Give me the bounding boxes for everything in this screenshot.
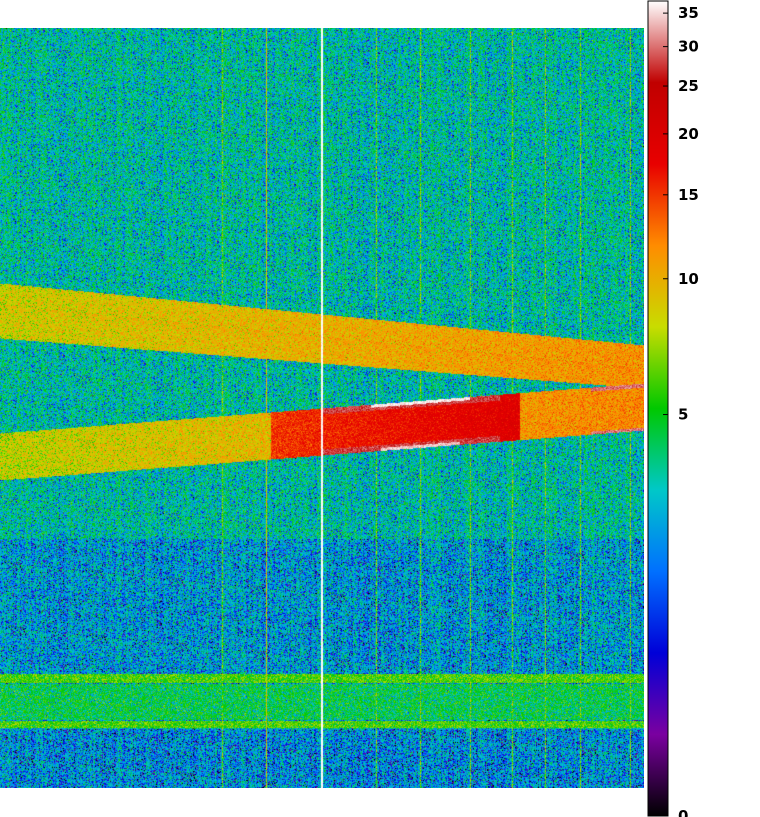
colorbar-gradient <box>647 0 669 817</box>
colorbar: 35 30 25 20 15 10 5 0 <box>647 0 699 817</box>
colorbar-tick-label: 25 <box>678 77 699 95</box>
colorbar-tick-label: 0 <box>678 807 688 817</box>
colorbar-tick-label: 35 <box>678 4 699 22</box>
colorbar-tick-label: 10 <box>678 270 699 288</box>
colorbar-tick-label: 15 <box>678 186 699 204</box>
colorbar-tick-label: 5 <box>678 406 688 424</box>
colorbar-tick-label: 20 <box>678 125 699 143</box>
spectrogram-figure: 35 30 25 20 15 10 5 0 <box>0 0 760 817</box>
colorbar-tick-label: 30 <box>678 38 699 56</box>
